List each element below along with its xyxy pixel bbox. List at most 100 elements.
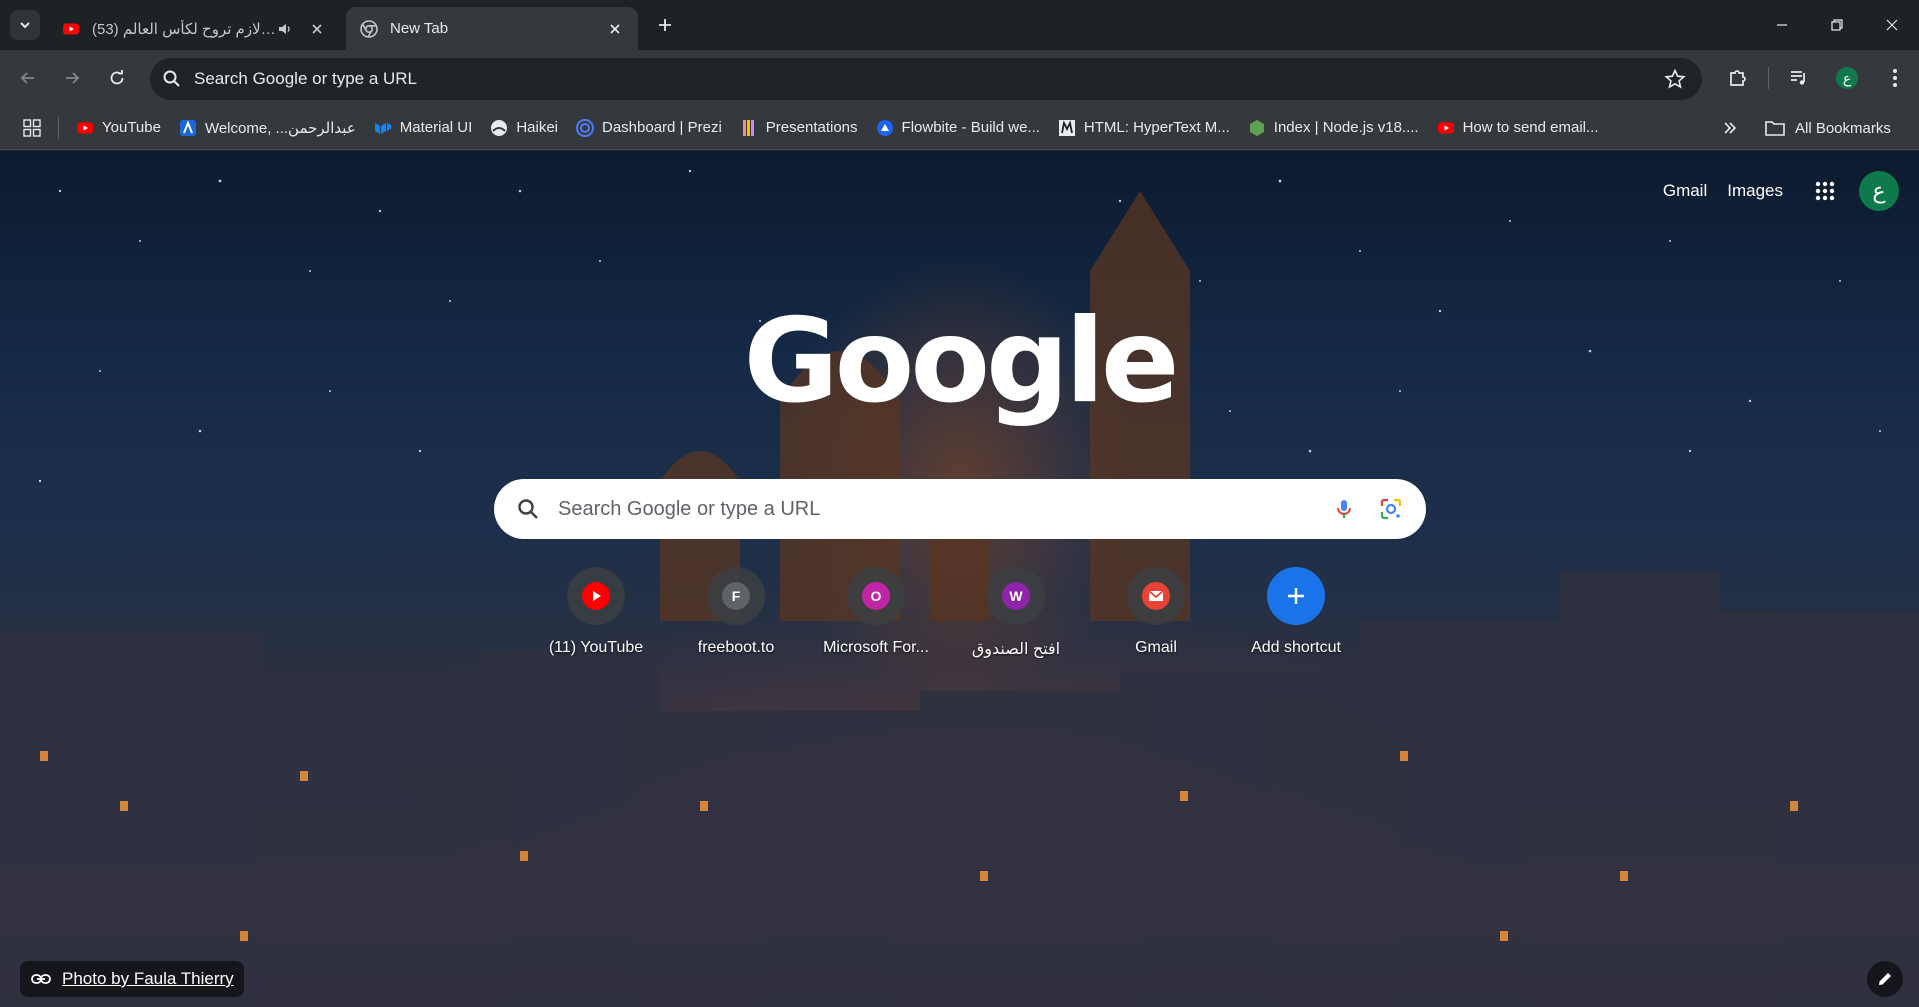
chevron-down-icon: [20, 22, 30, 29]
media-controls-button[interactable]: [1783, 62, 1815, 94]
plus-icon: [659, 19, 671, 31]
arrow-left-icon: [20, 72, 34, 84]
shortcut-label: (11) YouTube: [548, 639, 644, 656]
profile-button[interactable]: ع: [1831, 62, 1863, 94]
bookmark-flowbite[interactable]: Flowbite - Build we...: [867, 113, 1049, 143]
photo-credit-text: Photo by Faula Thierry: [62, 969, 234, 988]
close-window-button[interactable]: [1864, 0, 1919, 50]
close-icon: [312, 23, 322, 34]
letter-avatar-icon: O: [862, 582, 890, 610]
new-tab-page: Gmail Images ع Google Search Google or t…: [0, 151, 1919, 1007]
pencil-icon: [1879, 973, 1891, 985]
shortcut-microsoft-forms[interactable]: O Microsoft For...: [820, 553, 932, 657]
atlassian-icon: [179, 119, 197, 137]
youtube-icon: [76, 119, 94, 137]
restore-icon: [1830, 19, 1843, 31]
tab-title: (53) ليه لازم تروح لكأس العالم: [92, 20, 276, 38]
forward-button[interactable]: [56, 62, 88, 94]
apps-grid-icon: [1815, 181, 1835, 201]
apps-button[interactable]: [12, 112, 52, 144]
all-bookmarks-button[interactable]: All Bookmarks: [1765, 112, 1891, 144]
tab-youtube[interactable]: (53) ليه لازم تروح لكأس العالم: [48, 7, 340, 50]
shortcuts-grid: (11) YouTube F freeboot.to O Microsoft F…: [540, 553, 1380, 663]
shortcut-tile: [567, 567, 625, 625]
search-placeholder: Search Google or type a URL: [558, 497, 821, 520]
google-lens-icon[interactable]: [1378, 496, 1404, 522]
bookmark-youtube[interactable]: YouTube: [67, 113, 170, 143]
toolbar-separator: [1768, 67, 1769, 89]
shortcut-tile: W: [987, 567, 1045, 625]
omnibox[interactable]: Search Google or type a URL: [150, 58, 1702, 100]
playlist-music-icon: [1791, 71, 1805, 85]
bookmark-star-icon[interactable]: [1664, 68, 1686, 90]
bookmark-atlassian[interactable]: Welcome, ...عبدالرحمن: [170, 113, 365, 143]
youtube-icon: [63, 23, 79, 34]
omnibox-placeholder: Search Google or type a URL: [194, 69, 418, 88]
bookmark-presentations[interactable]: Presentations: [731, 113, 867, 143]
shortcut-open-box[interactable]: W افتح الصندوق: [960, 553, 1072, 659]
bookmark-prezi[interactable]: Dashboard | Prezi: [567, 113, 731, 143]
bookmark-mdn[interactable]: HTML: HyperText M...: [1049, 113, 1239, 143]
google-apps-button[interactable]: [1805, 171, 1845, 211]
prezi-icon: [576, 118, 594, 137]
folder-icon: [1765, 121, 1785, 136]
account-avatar[interactable]: ع: [1859, 171, 1899, 211]
shortcut-youtube[interactable]: (11) YouTube: [540, 553, 652, 657]
tab-new-tab[interactable]: New Tab: [346, 7, 638, 50]
plus-icon: [1288, 588, 1304, 604]
tab-title: New Tab: [390, 20, 449, 37]
tab-search-button[interactable]: [10, 10, 40, 40]
shortcut-label: افتح الصندوق: [971, 641, 1061, 658]
shortcut-tile: F: [707, 567, 765, 625]
ntp-header: Gmail Images ع: [1643, 171, 1899, 211]
search-icon: [518, 499, 538, 519]
reload-icon: [110, 70, 124, 85]
shortcut-label: Add shortcut: [1251, 639, 1341, 656]
bookmarks-bar: YouTube Welcome, ...عبدالرحمن Material U…: [0, 106, 1919, 150]
back-button[interactable]: [12, 62, 44, 94]
ntp-search-box[interactable]: Search Google or type a URL: [494, 479, 1426, 539]
speaker-icon[interactable]: [276, 20, 294, 38]
tab-strip: (53) ليه لازم تروح لكأس العالم New Tab: [0, 0, 1919, 50]
bookmarks-overflow-button[interactable]: [1715, 112, 1745, 144]
shortcut-freeboot[interactable]: F freeboot.to: [680, 553, 792, 657]
microphone-icon[interactable]: [1332, 497, 1356, 521]
youtube-icon: [582, 582, 610, 610]
shortcut-tile: [1127, 567, 1185, 625]
new-tab-button[interactable]: [650, 10, 680, 40]
menu-button[interactable]: [1879, 62, 1911, 94]
bookmark-youtube-email[interactable]: How to send email...: [1428, 113, 1608, 143]
close-icon: [1886, 19, 1897, 31]
google-logo: Google: [743, 294, 1179, 429]
reload-button[interactable]: [101, 62, 133, 94]
restore-button[interactable]: [1809, 0, 1864, 50]
gmail-link[interactable]: Gmail: [1663, 181, 1707, 201]
images-link[interactable]: Images: [1727, 181, 1783, 201]
nodejs-icon: [1248, 119, 1266, 137]
shortcut-tile: [1267, 567, 1325, 625]
bookmark-material-ui[interactable]: Material UI: [365, 113, 482, 143]
shortcut-label: Microsoft For...: [823, 639, 929, 656]
shortcut-tile: O: [847, 567, 905, 625]
shortcut-gmail[interactable]: Gmail: [1100, 553, 1212, 657]
customize-chrome-button[interactable]: [1867, 961, 1903, 997]
bookmark-haikei[interactable]: Haikei: [481, 113, 567, 143]
bookmark-nodejs[interactable]: Index | Node.js v18....: [1239, 113, 1428, 143]
shortcut-label: freeboot.to: [697, 639, 775, 656]
add-shortcut-button[interactable]: Add shortcut: [1240, 553, 1352, 657]
letter-avatar-icon: W: [1002, 582, 1030, 610]
shortcut-label: Gmail: [1135, 639, 1177, 656]
minimize-button[interactable]: [1754, 0, 1809, 50]
close-tab-button[interactable]: [308, 20, 326, 38]
photo-credit-link[interactable]: Photo by Faula Thierry: [20, 961, 244, 997]
gmail-icon: [1142, 582, 1170, 610]
close-tab-button[interactable]: [606, 20, 624, 38]
double-chevron-right-icon: [1724, 122, 1737, 134]
arrow-right-icon: [66, 72, 80, 84]
apps-grid-icon: [23, 118, 41, 137]
close-icon: [610, 23, 620, 34]
more-vertical-icon: [1893, 69, 1897, 87]
all-bookmarks-label: All Bookmarks: [1795, 119, 1891, 137]
flowbite-icon: [876, 119, 894, 137]
extensions-button[interactable]: [1722, 62, 1754, 94]
